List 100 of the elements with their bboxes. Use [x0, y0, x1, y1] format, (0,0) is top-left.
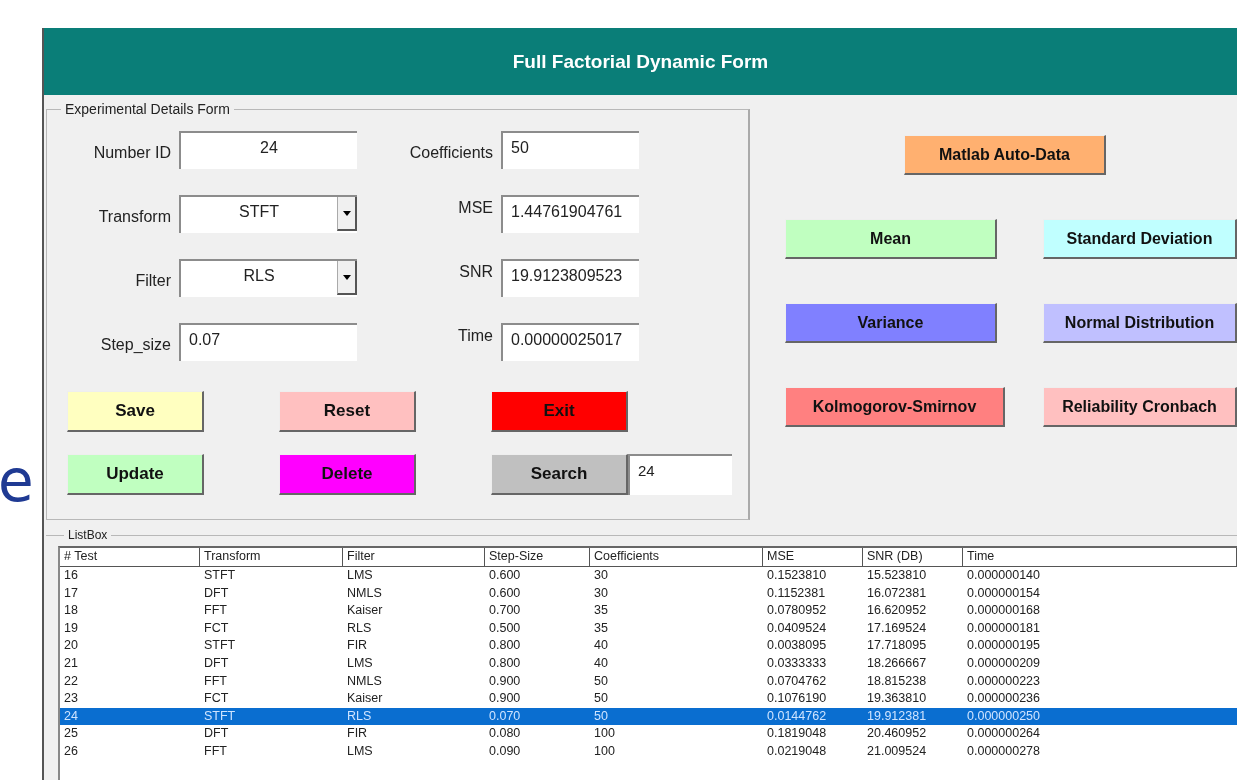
list-row[interactable]: 22 FFT NMLS 0.900 50 0.0704762 18.815238 0.000000223 — [60, 672, 1237, 691]
field-label: Coefficients — [409, 144, 493, 162]
list-row[interactable]: 19 FCT RLS 0.500 35 0.0409524 17.169524 0.000000181 — [60, 619, 1237, 638]
list-cell-text: 0.000000236 — [966, 690, 1041, 708]
list-row[interactable]: 18 FFT Kaiser 0.700 35 0.0780952 16.620952 0.000000168 — [60, 602, 1237, 620]
text-field[interactable]: 24 — [179, 131, 357, 169]
list-cell-text: 20 — [63, 637, 79, 655]
list-cell-text: 0.600 — [488, 584, 522, 602]
column-header[interactable]: Filter — [343, 548, 485, 566]
list-cell-text: 0.800 — [488, 637, 522, 655]
analysis-button[interactable]: Standard Deviation — [1043, 219, 1237, 259]
list-cell-text: 0.0780952 — [766, 602, 828, 620]
list-cell-text: LMS — [346, 742, 374, 760]
list-cell-text: 22 — [63, 672, 79, 690]
list-cell-text: 25 — [63, 725, 79, 743]
list-cell-text: 0.000000140 — [966, 567, 1041, 584]
list-cell-text: FFT — [203, 742, 228, 760]
analysis-button[interactable]: Normal Distribution — [1043, 303, 1237, 343]
list-row[interactable]: 20 STFT FIR 0.800 40 0.0038095 17.718095 0.000000195 — [60, 637, 1237, 655]
form-button[interactable]: Delete — [279, 454, 416, 495]
text-field[interactable]: 1.44761904761 — [501, 195, 639, 233]
analysis-button[interactable]: Kolmogorov-Smirnov — [785, 387, 1005, 427]
dropdown-field[interactable]: RLS — [179, 259, 357, 297]
group-legend: Experimental Details Form — [61, 101, 234, 117]
field-label: Time — [458, 327, 493, 345]
text-field[interactable]: 0.07 — [179, 323, 357, 361]
text-field[interactable]: 50 — [501, 131, 639, 169]
list-cell-text: 0.000000181 — [966, 619, 1041, 637]
list-row[interactable]: 17 DFT NMLS 0.600 30 0.1152381 16.072381 0.000000154 — [60, 584, 1237, 603]
analysis-button[interactable]: Mean — [785, 219, 997, 259]
text-field[interactable]: 19.9123809523 — [501, 259, 639, 297]
form-button[interactable]: Update — [67, 454, 204, 495]
field-label: Transform — [98, 208, 171, 226]
list-cell-text: 0.080 — [488, 725, 522, 743]
column-header[interactable]: Coefficients — [590, 548, 763, 566]
list-cell-text: 0.700 — [488, 602, 522, 620]
column-header[interactable]: Time — [963, 548, 1237, 566]
field-label: SNR — [459, 263, 493, 281]
list-row[interactable]: 21 DFT LMS 0.800 40 0.0333333 18.266667 0.000000209 — [60, 654, 1237, 673]
list-cell-text: 0.070 — [488, 707, 522, 725]
list-cell-text: 19 — [63, 619, 79, 637]
list-cell-text: 50 — [593, 672, 609, 690]
list-cell-text: FCT — [203, 619, 230, 637]
list-cell-text: RLS — [346, 619, 373, 637]
list-cell-text: DFT — [203, 725, 230, 743]
list-cell-text: 18.266667 — [866, 654, 928, 672]
list-cell-text: LMS — [346, 567, 374, 584]
list-cell-text: 0.000000223 — [966, 672, 1041, 690]
list-cell-text: 19.363810 — [866, 690, 928, 708]
list-cell-text: DFT — [203, 584, 230, 602]
list-cell-text: 0.600 — [488, 567, 522, 584]
list-row[interactable]: 16 STFT LMS 0.600 30 0.1523810 15.523810 0.000000140 — [60, 567, 1237, 585]
list-cell-text: 0.000000209 — [966, 654, 1041, 672]
analysis-button[interactable]: Reliability Cronbach — [1043, 387, 1237, 427]
column-header[interactable]: MSE — [763, 548, 863, 566]
field-label: Step_size — [100, 336, 171, 354]
list-cell-text: Kaiser — [346, 602, 384, 620]
dropdown-field[interactable]: STFT — [179, 195, 357, 233]
field-label: Filter — [135, 272, 171, 290]
list-cell-text: FFT — [203, 602, 228, 620]
text-field[interactable]: 0.00000025017 — [501, 323, 639, 361]
column-header[interactable]: Step-Size — [485, 548, 590, 566]
dropdown-arrow-icon[interactable] — [342, 274, 351, 280]
form-button[interactable]: Reset — [279, 391, 416, 432]
list-cell-text: 17 — [63, 584, 79, 602]
list-cell-text: LMS — [346, 654, 374, 672]
column-header[interactable]: SNR (DB) — [863, 548, 963, 566]
analysis-button[interactable]: Matlab Auto-Data — [904, 135, 1106, 175]
list-cell-text: 0.900 — [488, 672, 522, 690]
list-cell-text: 0.0219048 — [766, 742, 828, 760]
form-button[interactable]: Save — [67, 391, 204, 432]
list-cell-text: 0.0144762 — [766, 707, 828, 725]
dropdown-arrow-icon[interactable] — [342, 210, 351, 216]
list-cell-text: 0.0038095 — [766, 637, 828, 655]
list-cell-text: NMLS — [346, 584, 383, 602]
list-cell-text: 40 — [593, 637, 609, 655]
column-header[interactable]: # Test — [60, 548, 200, 566]
form-button[interactable]: Search — [491, 454, 628, 495]
list-cell-text: 21 — [63, 654, 79, 672]
list-cell-text: 16.072381 — [866, 584, 928, 602]
selected-row[interactable]: 24 STFT RLS 0.070 50 0.0144762 19.912381 0.000000250 — [60, 707, 1237, 726]
list-cell-text: 0.0333333 — [766, 654, 828, 672]
list-cell-text: 0.000000278 — [966, 742, 1041, 760]
analysis-button[interactable]: Variance — [785, 303, 997, 343]
form-button[interactable]: Exit — [491, 391, 628, 432]
list-box[interactable] — [58, 546, 1237, 780]
list-row[interactable]: 26 FFT LMS 0.090 100 0.0219048 21.009524 0.000000278 — [60, 742, 1237, 761]
list-cell-text: 35 — [593, 602, 609, 620]
list-cell-text: Kaiser — [346, 690, 384, 708]
list-row[interactable]: 23 FCT Kaiser 0.900 50 0.1076190 19.363810 0.000000236 — [60, 690, 1237, 708]
column-header[interactable]: Transform — [200, 548, 343, 566]
list-cell-text: STFT — [203, 707, 237, 725]
list-cell-text: 30 — [593, 567, 609, 584]
search-field[interactable]: 24 — [628, 454, 732, 495]
list-row[interactable]: 25 DFT FIR 0.080 100 0.1819048 20.460952 0.000000264 — [60, 725, 1237, 743]
list-cell-text: 0.1076190 — [766, 690, 828, 708]
list-cell-text: 0.0704762 — [766, 672, 828, 690]
list-cell-text: FFT — [203, 672, 228, 690]
list-cell-text: STFT — [203, 567, 237, 584]
list-cell-text: FIR — [346, 637, 369, 655]
